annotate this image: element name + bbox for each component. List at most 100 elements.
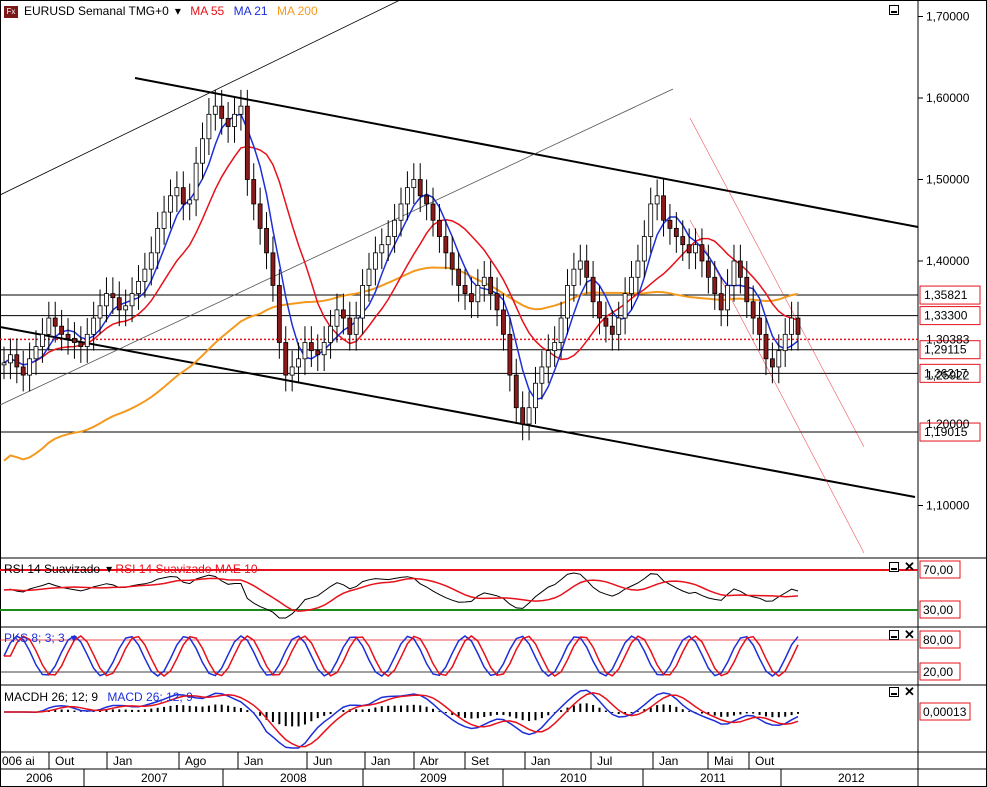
macd-minimize-button[interactable] xyxy=(889,687,899,697)
candle-body xyxy=(180,187,186,205)
candle-body xyxy=(129,293,135,307)
ma55-line xyxy=(3,145,799,366)
candle-body xyxy=(8,354,13,364)
candle-body xyxy=(693,244,698,254)
candle-body xyxy=(667,219,673,229)
candle-body xyxy=(782,333,788,352)
candle-body xyxy=(283,342,289,376)
candle-body xyxy=(545,350,551,368)
candle-body xyxy=(212,105,218,115)
candle-body xyxy=(161,211,167,229)
candle-body xyxy=(97,305,103,319)
ma21-label[interactable]: MA 21 xyxy=(234,4,268,18)
year-label: 2006 xyxy=(26,771,53,785)
year-label: 2009 xyxy=(420,771,447,785)
candle-body xyxy=(78,342,84,347)
candle-body xyxy=(648,203,654,237)
candle-body xyxy=(737,260,743,278)
level-label: 1,33300 xyxy=(924,309,968,323)
macd-value-label: 0,00013 xyxy=(923,705,967,719)
candle-body xyxy=(91,317,97,335)
month-label: Jan xyxy=(531,754,550,768)
month-label: Set xyxy=(471,754,490,768)
partial-level-label: 1,25922 xyxy=(926,369,970,383)
candle-body xyxy=(72,338,77,343)
candle-body xyxy=(437,219,442,237)
candle-body xyxy=(430,203,436,221)
price-tick-label: 1,40000 xyxy=(926,254,970,268)
macd-label[interactable]: MACD 26; 12; 9 xyxy=(107,690,192,704)
candle-body xyxy=(219,105,225,119)
month-label: Abr xyxy=(420,754,439,768)
candle-body xyxy=(641,236,647,262)
month-label: Ago xyxy=(185,754,207,768)
macd-close-icon[interactable]: ✕ xyxy=(904,685,915,698)
candle-body xyxy=(366,268,372,286)
partial-level-label: 1,30383 xyxy=(926,332,970,346)
candle-body xyxy=(353,317,359,335)
candle-body xyxy=(603,317,609,327)
candle-body xyxy=(539,366,545,384)
candle-body xyxy=(84,333,90,347)
candle-body xyxy=(174,187,180,197)
candle-body xyxy=(187,199,193,205)
rsi-signal-label[interactable]: RSI 14 Suavizado MAE 10 xyxy=(115,562,257,576)
rsi-header: RSI 14 Suavizado ▾ RSI 14 Suavizado MAE 1… xyxy=(4,562,258,576)
candle-body xyxy=(20,366,26,376)
pks-level-label: 20,00 xyxy=(923,665,953,679)
candle-body xyxy=(744,276,750,303)
candle-body xyxy=(699,244,705,262)
candle-body xyxy=(65,333,71,339)
candle-body xyxy=(193,162,199,201)
candle-body xyxy=(379,244,385,254)
candle-body xyxy=(789,317,794,335)
candle-body xyxy=(494,293,500,311)
candle-body xyxy=(481,276,487,286)
candle-body xyxy=(1,362,7,366)
candle-body xyxy=(635,260,641,278)
candle-body xyxy=(488,276,494,294)
price-tick-label: 1,50000 xyxy=(926,173,970,187)
candle-body xyxy=(136,280,141,294)
candle-body xyxy=(565,285,570,319)
dropdown-icon[interactable]: ▾ xyxy=(175,4,181,18)
pks-header: PKS 8; 3; 3 ▾ xyxy=(4,631,77,645)
pks-close-icon[interactable]: ✕ xyxy=(904,628,915,641)
candle-body xyxy=(270,252,276,286)
candle-body xyxy=(385,236,391,246)
rsi-close-icon[interactable]: ✕ xyxy=(904,560,915,573)
ma200-label[interactable]: MA 200 xyxy=(277,4,318,18)
candle-body xyxy=(622,293,628,319)
price-chart[interactable]: 1,70000 1,60000 1,50000 1,40000 1,10000 1,358… xyxy=(0,0,987,787)
candle-body xyxy=(232,113,237,127)
candle-body xyxy=(673,227,679,237)
resistance-trendline xyxy=(134,77,919,228)
price-tick-label: 1,10000 xyxy=(926,499,970,513)
candle-body xyxy=(629,276,634,294)
candle-body xyxy=(27,358,33,376)
candle-body xyxy=(558,317,564,343)
symbol-label[interactable]: EURUSD Semanal TMG+0 xyxy=(24,4,169,18)
rsi-label[interactable]: RSI 14 Suavizado xyxy=(4,562,100,576)
candle-body xyxy=(469,293,474,303)
candle-body xyxy=(392,219,397,237)
macdh-label[interactable]: MACDH 26; 12; 9 xyxy=(4,690,98,704)
ma55-label[interactable]: MA 55 xyxy=(190,4,224,18)
minimize-button[interactable] xyxy=(889,5,899,15)
outer-frame xyxy=(0,0,987,787)
candle-body xyxy=(475,285,481,303)
chart-header: Fx EURUSD Semanal TMG+0 ▾ MA 55 MA 21 MA 2… xyxy=(4,4,324,18)
pks-label[interactable]: PKS 8; 3; 3 xyxy=(4,631,65,645)
price-tick-label: 1,60000 xyxy=(926,91,970,105)
candle-body xyxy=(795,317,801,335)
candle-body xyxy=(347,317,353,335)
rsi-minimize-button[interactable] xyxy=(889,562,899,572)
month-label: Out xyxy=(755,754,775,768)
candle-body xyxy=(577,260,583,270)
candle-body xyxy=(654,195,660,205)
candle-body xyxy=(526,407,532,425)
pks-minimize-button[interactable] xyxy=(889,630,899,640)
candle-body xyxy=(449,252,455,270)
candle-body xyxy=(757,317,762,335)
rsi-level-label: 70,00 xyxy=(923,563,953,577)
